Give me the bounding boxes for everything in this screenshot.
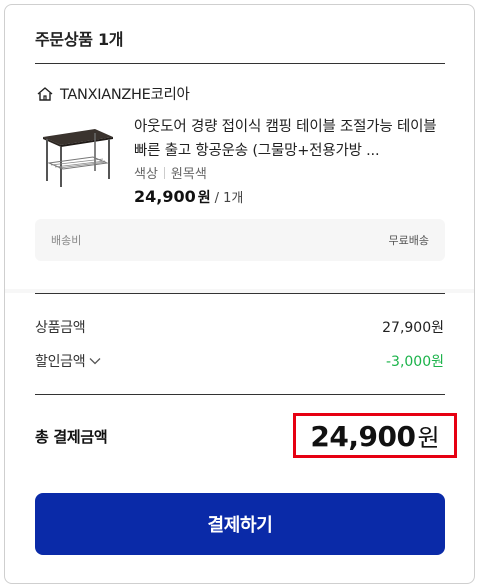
product-amount-label: 상품금액 <box>35 320 86 336</box>
product-quantity: / 1개 <box>214 191 244 206</box>
shipping-fee-box: 배송비 무료배송 <box>35 219 445 261</box>
chevron-down-icon <box>89 353 101 369</box>
option-label: 색상 <box>134 167 158 182</box>
total-amount-highlight: 24,900 원 <box>293 413 457 458</box>
summary-top-divider <box>35 293 445 294</box>
total-amount: 24,900 <box>310 420 416 453</box>
discount-label: 할인금액 <box>35 354 86 370</box>
product-image[interactable] <box>37 123 117 191</box>
shipping-fee-label: 배송비 <box>51 234 82 247</box>
store-icon <box>36 86 54 102</box>
summary-bottom-divider <box>35 394 445 395</box>
product-price-unit: 원 <box>197 190 211 206</box>
pay-button[interactable]: 결제하기 <box>35 493 445 555</box>
order-summary-card: 주문상품 1개 TANXIANZHE코리아 아웃도어 경량 접이식 캠핑 테이블… <box>4 4 475 584</box>
option-value: 원목색 <box>170 167 207 182</box>
seller-name: TANXIANZHE코리아 <box>60 87 190 103</box>
header-divider <box>35 63 445 64</box>
product-price-row: 24,900 원 / 1개 <box>134 187 243 207</box>
total-amount-label: 총 결제금액 <box>35 428 108 446</box>
product-price: 24,900 <box>134 187 196 206</box>
discount-value: -3,000원 <box>385 354 444 370</box>
discount-toggle[interactable]: 할인금액 <box>35 351 101 371</box>
product-amount-value: 27,900원 <box>382 320 444 336</box>
camping-table-image <box>43 129 113 187</box>
shipping-fee-value: 무료배송 <box>388 234 429 247</box>
product-name[interactable]: 아웃도어 경량 접이식 캠핑 테이블 조절가능 테이블 빠른 출고 항공운송 (… <box>134 115 446 163</box>
order-items-title: 주문상품 1개 <box>35 30 124 49</box>
seller-row[interactable]: TANXIANZHE코리아 <box>36 83 190 104</box>
option-separator <box>163 166 165 179</box>
total-amount-unit: 원 <box>417 424 440 452</box>
product-option: 색상 원목색 <box>134 163 207 182</box>
